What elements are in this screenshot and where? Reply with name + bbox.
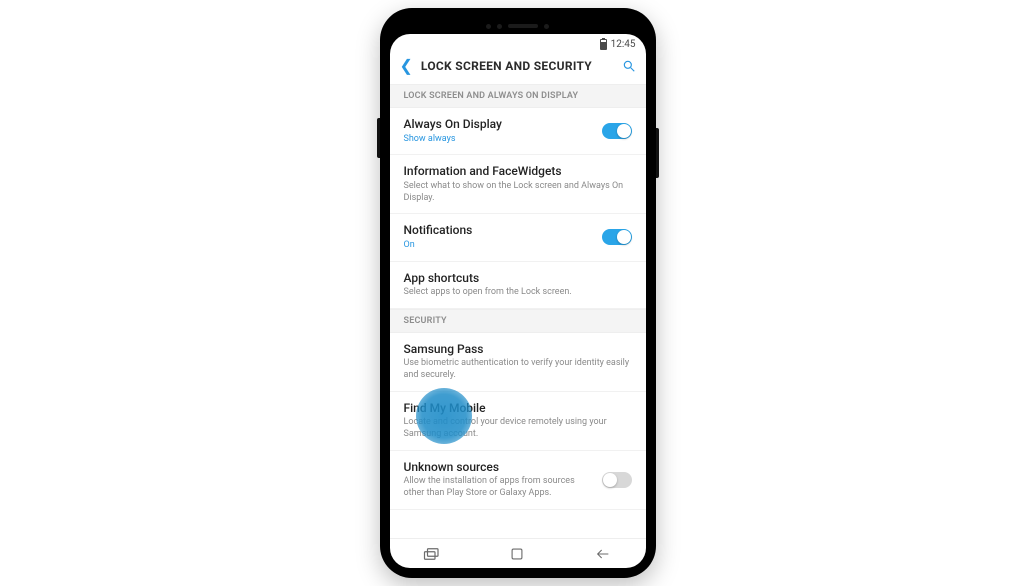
row-subtitle: Show always [404,134,592,146]
list-fade [390,518,646,538]
back-icon[interactable]: ❮ [400,58,413,74]
row-subtitle: Select what to show on the Lock screen a… [404,181,632,204]
row-always-on-display[interactable]: Always On Display Show always [390,108,646,155]
row-subtitle: Select apps to open from the Lock screen… [404,287,632,299]
row-notifications[interactable]: Notifications On [390,214,646,261]
home-button[interactable] [506,543,528,565]
row-samsung-pass[interactable]: Samsung Pass Use biometric authenticatio… [390,333,646,392]
row-title: App shortcuts [404,271,632,287]
row-title: Find My Mobile [404,401,632,417]
section-header-security: SECURITY [390,309,646,333]
toggle-notifications[interactable] [602,229,632,245]
row-find-my-mobile[interactable]: Find My Mobile Locate and control your d… [390,392,646,451]
back-button[interactable] [592,543,614,565]
row-title: Unknown sources [404,460,592,476]
recents-button[interactable] [421,543,443,565]
battery-icon [600,39,607,50]
section-header-lockscreen: LOCK SCREEN AND ALWAYS ON DISPLAY [390,84,646,108]
row-unknown-sources[interactable]: Unknown sources Allow the installation o… [390,451,646,510]
toggle-unknown-sources[interactable] [602,472,632,488]
row-title: Information and FaceWidgets [404,164,632,180]
row-app-shortcuts[interactable]: App shortcuts Select apps to open from t… [390,262,646,309]
row-subtitle: Allow the installation of apps from sour… [404,476,592,499]
sensor-bar [390,18,646,34]
row-title: Always On Display [404,117,592,133]
row-title: Notifications [404,223,592,239]
settings-list: LOCK SCREEN AND ALWAYS ON DISPLAY Always… [390,84,646,538]
row-subtitle: Use biometric authentication to verify y… [404,358,632,381]
phone-frame: 12:45 ❮ LOCK SCREEN AND SECURITY LOCK SC… [380,8,656,578]
search-icon[interactable] [622,59,636,73]
app-header: ❮ LOCK SCREEN AND SECURITY [390,52,646,84]
row-subtitle: Locate and control your device remotely … [404,417,632,440]
navigation-bar [390,538,646,568]
toggle-always-on-display[interactable] [602,123,632,139]
row-title: Samsung Pass [404,342,632,358]
row-subtitle: On [404,240,592,252]
row-information-facewidgets[interactable]: Information and FaceWidgets Select what … [390,155,646,214]
status-time: 12:45 [611,39,636,50]
screen: 12:45 ❮ LOCK SCREEN AND SECURITY LOCK SC… [390,34,646,568]
page-title: LOCK SCREEN AND SECURITY [421,59,614,73]
status-bar: 12:45 [390,34,646,52]
